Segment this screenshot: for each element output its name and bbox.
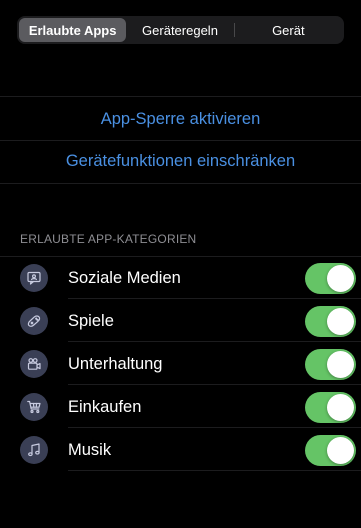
entertainment-toggle[interactable]	[305, 349, 356, 380]
app-lock-button[interactable]: App-Sperre aktivieren	[0, 97, 361, 141]
toggle-knob	[327, 437, 354, 464]
film-camera-icon	[20, 350, 48, 378]
divider	[68, 384, 361, 385]
category-row-entertainment: Unterhaltung	[0, 343, 361, 385]
games-toggle[interactable]	[305, 306, 356, 337]
shopping-toggle[interactable]	[305, 392, 356, 423]
section-header: ERLAUBTE APP-KATEGORIEN	[20, 232, 197, 246]
segmented-control: Erlaubte Apps Geräteregeln Gerät	[17, 16, 344, 44]
category-label: Musik	[68, 441, 112, 459]
music-toggle[interactable]	[305, 435, 356, 466]
category-row-music: Musik	[0, 429, 361, 471]
category-label: Einkaufen	[68, 398, 142, 416]
divider	[68, 298, 361, 299]
music-note-icon	[20, 436, 48, 464]
tab-geraet[interactable]: Gerät	[235, 18, 342, 42]
category-label: Unterhaltung	[68, 355, 163, 373]
toggle-knob	[327, 308, 354, 335]
toggle-knob	[327, 351, 354, 378]
tab-erlaubte-apps[interactable]: Erlaubte Apps	[19, 18, 127, 42]
category-row-shopping: Einkaufen	[0, 386, 361, 428]
restrict-features-button[interactable]: Gerätefunktionen einschränken	[0, 139, 361, 183]
category-row-games: Spiele	[0, 300, 361, 342]
shopping-cart-icon	[20, 393, 48, 421]
divider	[68, 470, 361, 471]
category-label: Spiele	[68, 312, 114, 330]
divider	[0, 183, 361, 184]
social-media-toggle[interactable]	[305, 263, 356, 294]
game-controller-icon	[20, 307, 48, 335]
divider	[68, 427, 361, 428]
category-row-social: Soziale Medien	[0, 257, 361, 299]
divider	[68, 341, 361, 342]
category-label: Soziale Medien	[68, 269, 181, 287]
social-media-icon	[20, 264, 48, 292]
tab-geraeteregeln[interactable]: Geräteregeln	[126, 18, 233, 42]
toggle-knob	[327, 265, 354, 292]
toggle-knob	[327, 394, 354, 421]
